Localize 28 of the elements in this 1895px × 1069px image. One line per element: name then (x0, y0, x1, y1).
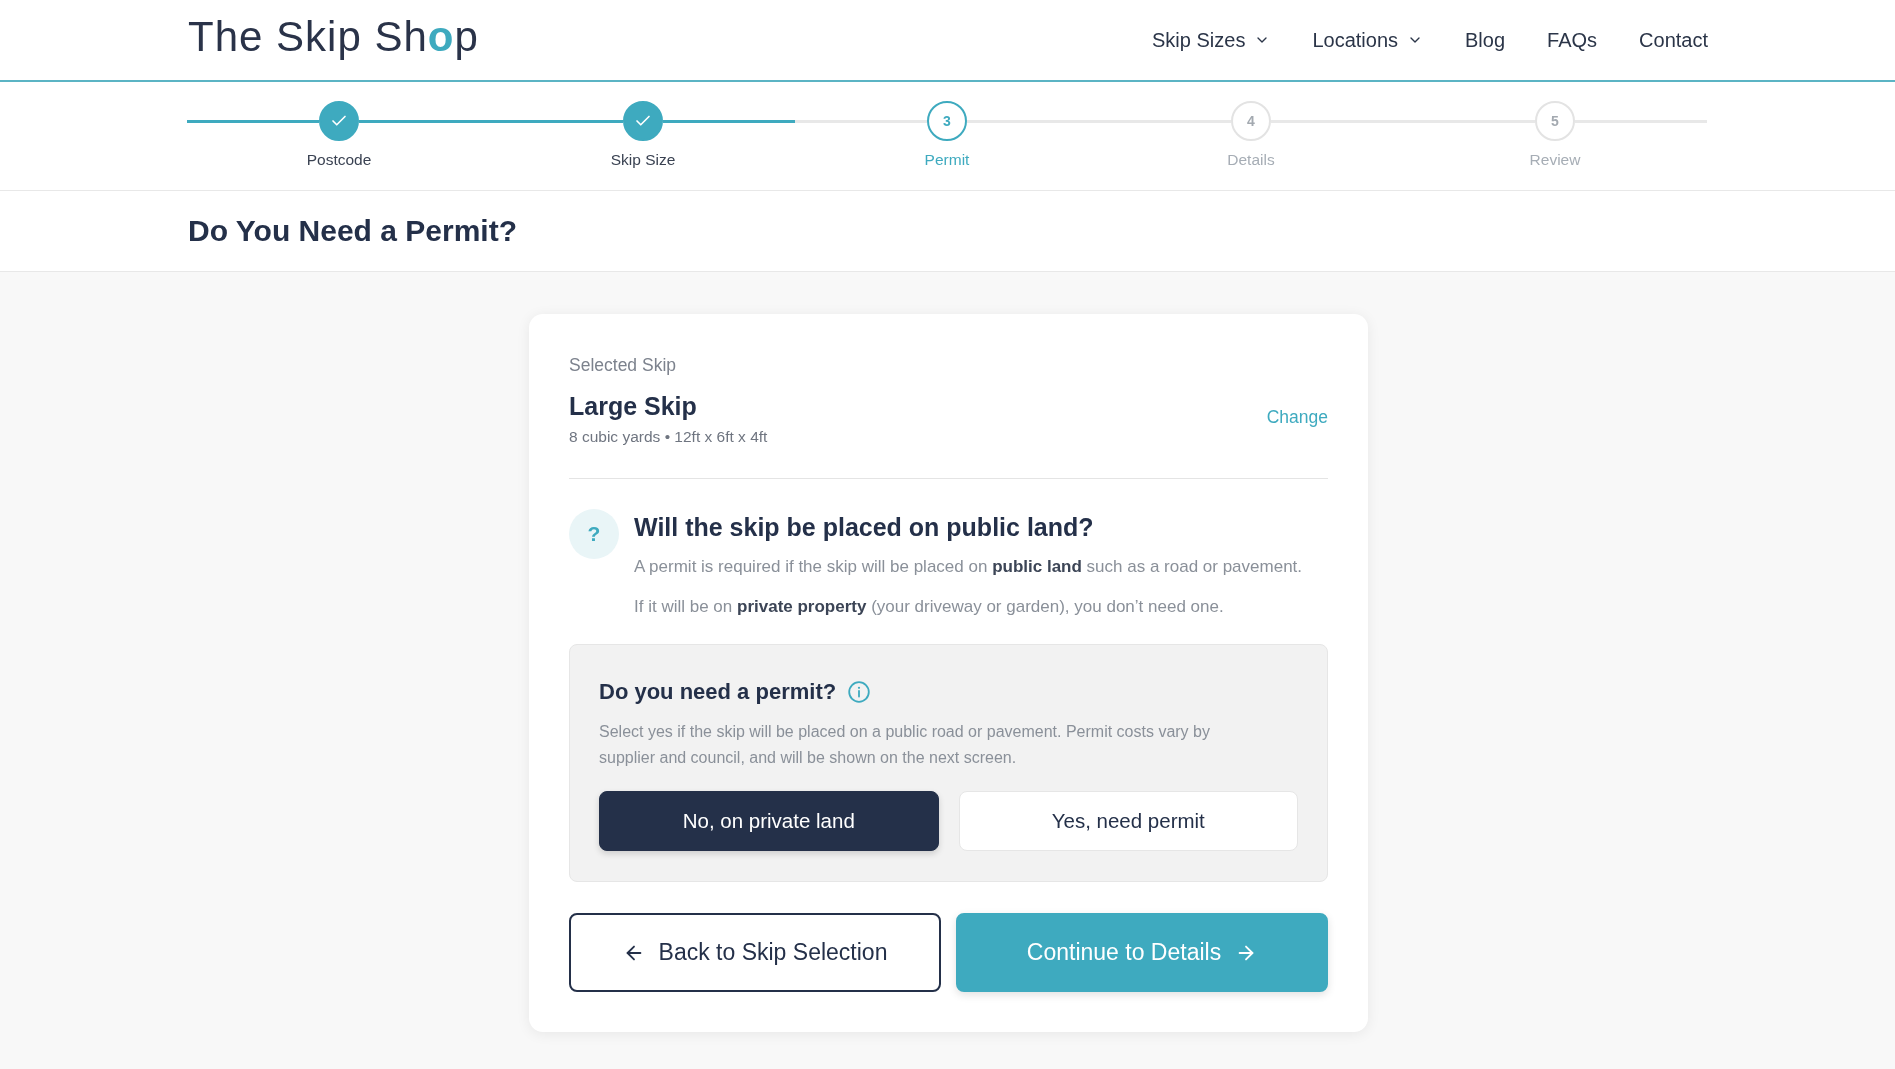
step-number: 3 (927, 101, 967, 141)
step-label: Review (1529, 151, 1581, 169)
permit-heading: Do you need a permit? (599, 678, 837, 706)
skip-details: 8 cubic yards • 12ft x 6ft x 4ft (569, 427, 768, 447)
skip-name: Large Skip (569, 391, 698, 421)
question-explanation: A permit is required if the skip will be placed on public land such as a road or pavement. (634, 556, 1303, 578)
question-icon: ? (569, 509, 619, 559)
nav-link[interactable]: Locations (1312, 28, 1423, 52)
nav-link[interactable]: FAQs (1547, 28, 1598, 52)
nav-link[interactable]: Contact (1639, 28, 1708, 52)
step-label: Permit (924, 151, 970, 169)
step-label: Postcode (306, 151, 372, 169)
selected-skip-caption: Selected Skip (569, 354, 677, 376)
back-button[interactable]: Back to Skip Selection (569, 913, 941, 992)
step-label: Details (1227, 151, 1275, 169)
step-number: 5 (1535, 101, 1575, 141)
page-title: Do You Need a Permit? (188, 214, 517, 248)
permit-help-text: Select yes if the skip will be placed on a public road or pavement. Permit costs vary by supplier and council, and will be shown on the next screen. (599, 722, 1211, 768)
info-icon (848, 681, 871, 703)
step-number: 4 (1231, 101, 1271, 141)
site-logo[interactable]: The Skip Shop (188, 13, 479, 61)
question-heading: Will the skip be placed on public land? (634, 512, 1095, 543)
permit-option-button[interactable]: No, on private land (599, 791, 939, 851)
nav-link[interactable]: Skip Sizes (1152, 28, 1271, 52)
permit-option-button[interactable]: Yes, need permit (958, 791, 1298, 851)
step-label: Skip Size (610, 151, 676, 169)
question-explanation: If it will be on private property (your driveway or garden), you don’t need one. (634, 596, 1225, 618)
nav-link[interactable]: Blog (1465, 28, 1506, 52)
